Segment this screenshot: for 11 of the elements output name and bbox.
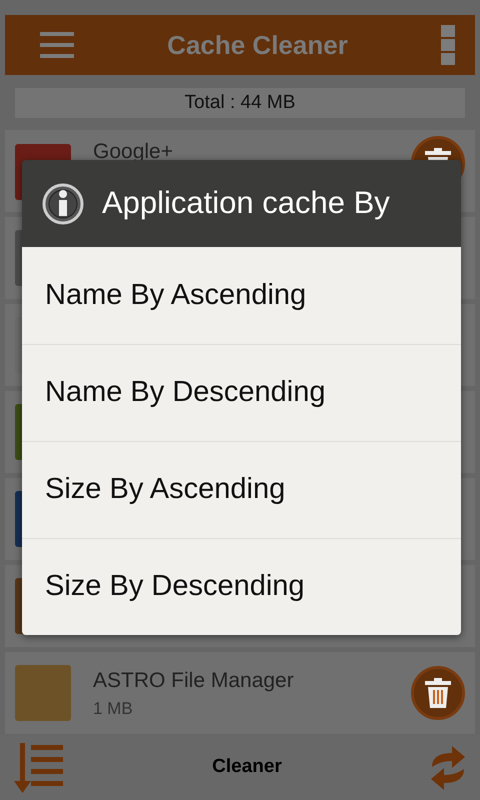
app-title: Cache Cleaner <box>167 28 348 62</box>
app-name: ASTRO File Manager <box>93 668 295 694</box>
total-size-label: Total : 44 MB <box>15 88 465 118</box>
sort-option[interactable]: Size By Ascending <box>22 441 461 538</box>
sort-option[interactable]: Name By Ascending <box>22 247 461 344</box>
app-name: Google+ <box>93 139 174 165</box>
dialog-title: Application cache By <box>102 184 390 222</box>
sort-option[interactable]: Name By Descending <box>22 344 461 441</box>
cache-size: 1 MB <box>93 698 134 720</box>
sort-option[interactable]: Size By Descending <box>22 538 461 635</box>
bottom-bar-label: Cleaner <box>212 755 282 780</box>
